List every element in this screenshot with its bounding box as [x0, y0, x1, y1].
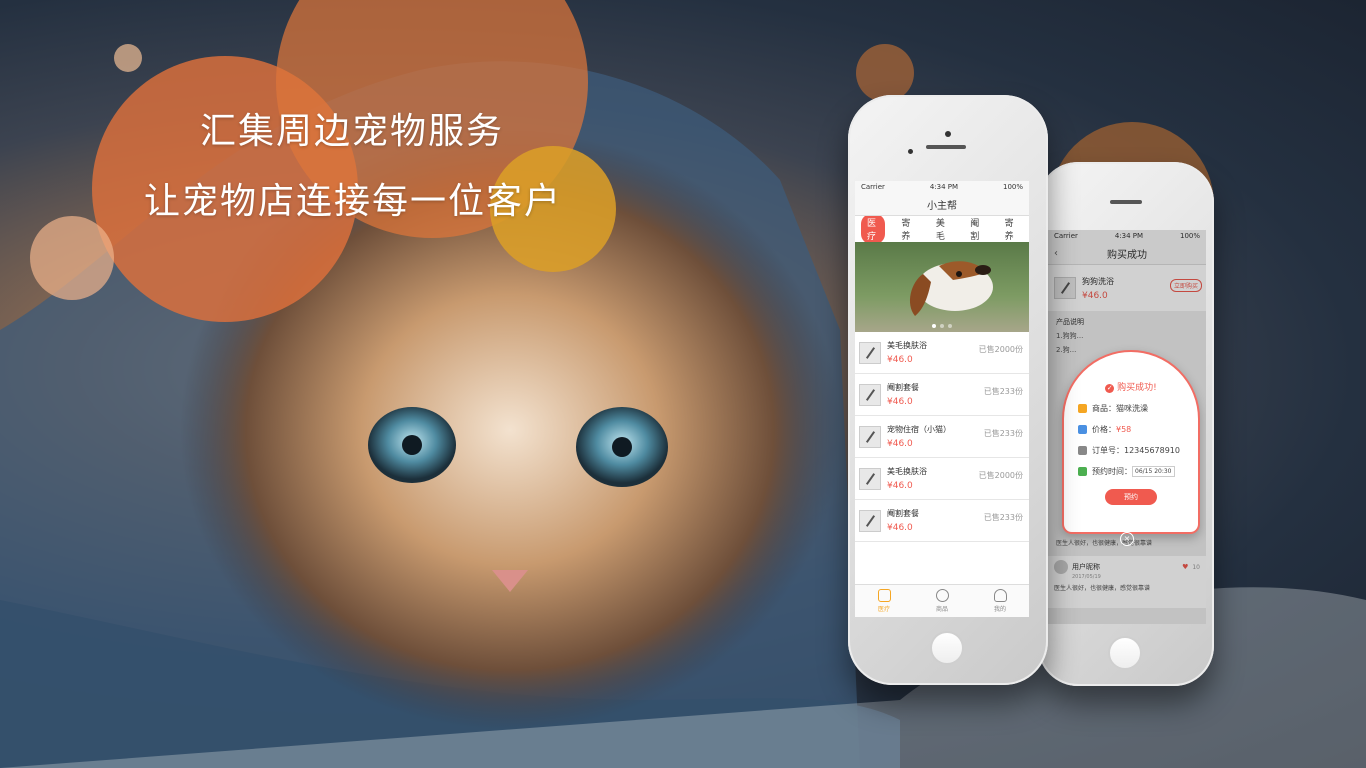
- service-price: ¥46.0: [887, 397, 913, 407]
- price-label: 价格：: [1092, 425, 1116, 434]
- service-thumb: [859, 383, 881, 406]
- hero-line-2: 让宠物店连接每一位客户: [144, 181, 563, 222]
- tabbar-clinic[interactable]: 医疗: [877, 589, 891, 613]
- service-name: 美毛换肤浴: [887, 341, 927, 350]
- hero-line-1: 汇集周边宠物服务: [200, 111, 505, 152]
- popup-title: ✓ 购买成功!: [1064, 380, 1198, 393]
- service-name: 宠物住宿（小猫）: [887, 425, 951, 434]
- deco-circle-brown: [856, 44, 914, 102]
- phone1-title: 小主帮: [927, 200, 957, 212]
- tabbar-goods[interactable]: 商品: [935, 589, 949, 613]
- deco-circle-peach: [30, 216, 114, 300]
- tabbar-label: 商品: [935, 606, 948, 613]
- service-sold: 已售233份: [983, 387, 1023, 396]
- service-sold: 已售233份: [983, 429, 1023, 438]
- goods-icon: [1078, 404, 1087, 413]
- dog-image: [909, 261, 993, 316]
- goods-value: 猫咪洗澡: [1116, 404, 1148, 413]
- tab-neuter[interactable]: 阉割: [964, 214, 988, 244]
- tab-medical[interactable]: 医疗: [861, 214, 886, 244]
- clinic-icon: [877, 589, 891, 602]
- service-price: ¥46.0: [887, 439, 913, 449]
- service-thumb: [859, 509, 881, 532]
- carousel-dots: [855, 324, 1029, 328]
- service-sold: 已售2000份: [978, 345, 1023, 354]
- chat-icon: [935, 589, 949, 602]
- list-item[interactable]: 宠物住宿（小猫） ¥46.0 已售233份: [855, 416, 1029, 458]
- purchase-success-popup: ✓ 购买成功! 商品： 猫咪洗澡 价格： ¥58 订单号： 12345678910 预…: [1062, 350, 1200, 534]
- service-list: 美毛换肤浴 ¥46.0 已售2000份 阉割套餐 ¥46.0 已售233份 宠物住宿…: [855, 332, 1029, 542]
- service-thumb: [859, 425, 881, 448]
- tab-boarding[interactable]: 寄养: [895, 214, 919, 244]
- service-name: 阉割套餐: [887, 383, 919, 392]
- list-item[interactable]: 美毛换肤浴 ¥46.0 已售2000份: [855, 458, 1029, 500]
- phone-purchase-success: Carrier 4:34 PM 100% ‹ 购买成功 狗狗洗浴 ¥46.0 立…: [1038, 162, 1214, 686]
- popup-title-text: 购买成功!: [1117, 383, 1157, 393]
- tabbar-label: 医疗: [877, 606, 890, 613]
- phone1-home-button[interactable]: [930, 631, 964, 665]
- tabbar-profile[interactable]: 我的: [993, 589, 1007, 613]
- time-label: 预约时间：: [1092, 467, 1132, 476]
- service-price: ¥46.0: [887, 481, 913, 491]
- category-tabs: 医疗 寄养 美毛 阉割 寄养: [855, 214, 1029, 244]
- service-sold: 已售2000份: [978, 471, 1023, 480]
- time-select[interactable]: 06/15 20:30: [1132, 466, 1175, 477]
- service-price: ¥46.0: [887, 523, 913, 533]
- service-sold: 已售233份: [983, 513, 1023, 522]
- phone2-home-button[interactable]: [1108, 636, 1142, 670]
- phone1-navbar: 小主帮: [855, 193, 1029, 216]
- list-item[interactable]: 阉割套餐 ¥46.0 已售233份: [855, 374, 1029, 416]
- time-label: 4:34 PM: [929, 183, 959, 191]
- order-icon: [1078, 446, 1087, 455]
- banner-dog-photo[interactable]: [855, 242, 1029, 332]
- price-icon: [1078, 425, 1087, 434]
- service-name: 美毛换肤浴: [887, 467, 927, 476]
- tabbar-label: 我的: [993, 606, 1006, 613]
- price-value: ¥58: [1116, 425, 1132, 434]
- battery-label: 100%: [1002, 183, 1023, 191]
- reserve-button[interactable]: 预约: [1105, 489, 1157, 505]
- check-circle-icon: ✓: [1105, 384, 1115, 393]
- service-thumb: [859, 341, 881, 364]
- phone2-screen: Carrier 4:34 PM 100% ‹ 购买成功 狗狗洗浴 ¥46.0 立…: [1048, 230, 1206, 624]
- user-icon: [993, 589, 1007, 602]
- carrier-label: Carrier: [861, 183, 885, 191]
- time-icon: [1078, 467, 1087, 476]
- phone1-screen: Carrier 4:34 PM 100% 小主帮 医疗 寄养 美毛 阉割 寄养: [855, 181, 1029, 617]
- order-label: 订单号：: [1092, 446, 1124, 455]
- service-thumb: [859, 467, 881, 490]
- phone-service-list: Carrier 4:34 PM 100% 小主帮 医疗 寄养 美毛 阉割 寄养: [848, 95, 1048, 685]
- service-name: 阉割套餐: [887, 509, 919, 518]
- tab-grooming[interactable]: 美毛: [930, 214, 954, 244]
- list-item[interactable]: 阉割套餐 ¥46.0 已售233份: [855, 500, 1029, 542]
- goods-label: 商品：: [1092, 404, 1116, 413]
- service-price: ¥46.0: [887, 355, 913, 365]
- close-icon[interactable]: ×: [1120, 532, 1134, 546]
- bottom-tabbar: 医疗 商品 我的: [855, 584, 1029, 617]
- list-item[interactable]: 美毛换肤浴 ¥46.0 已售2000份: [855, 332, 1029, 374]
- tab-boarding-2[interactable]: 寄养: [999, 214, 1023, 244]
- deco-circle-small: [114, 44, 142, 72]
- order-value: 12345678910: [1124, 446, 1180, 455]
